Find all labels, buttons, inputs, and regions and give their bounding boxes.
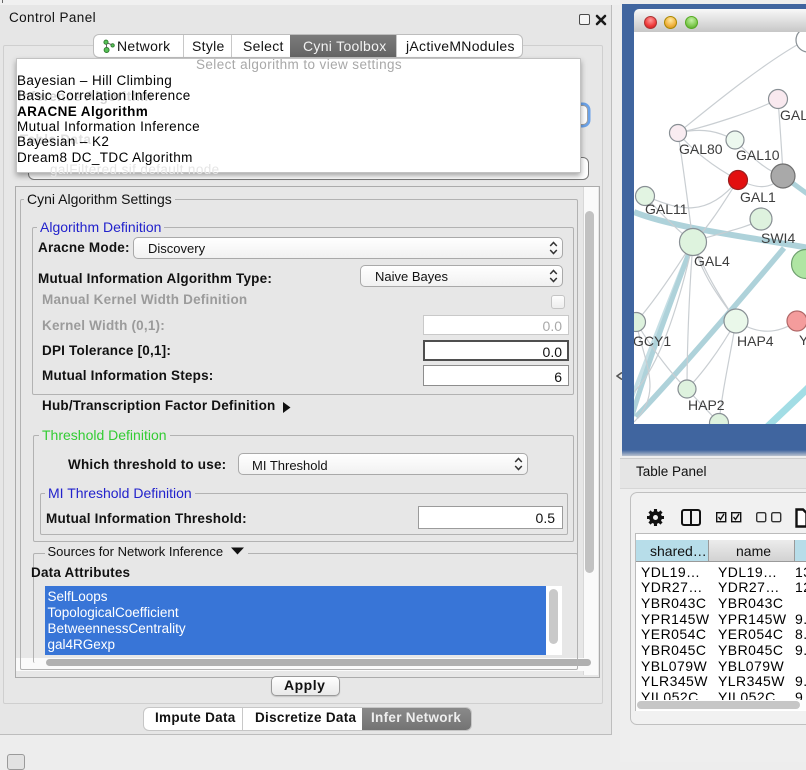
svg-text:HAP4: HAP4 — [737, 333, 774, 349]
svg-text:GAL11: GAL11 — [645, 201, 688, 217]
svg-text:YE: YE — [799, 332, 806, 348]
svg-text:GAL7: GAL7 — [780, 107, 806, 123]
svg-text:GCY1: GCY1 — [634, 333, 671, 349]
svg-text:GAL4: GAL4 — [694, 253, 730, 269]
svg-text:HAP2: HAP2 — [688, 397, 725, 413]
svg-text:SWI4: SWI4 — [761, 230, 795, 246]
svg-text:GAL1: GAL1 — [740, 189, 776, 205]
svg-text:GAL80: GAL80 — [679, 141, 723, 157]
svg-text:GAL10: GAL10 — [736, 147, 780, 163]
